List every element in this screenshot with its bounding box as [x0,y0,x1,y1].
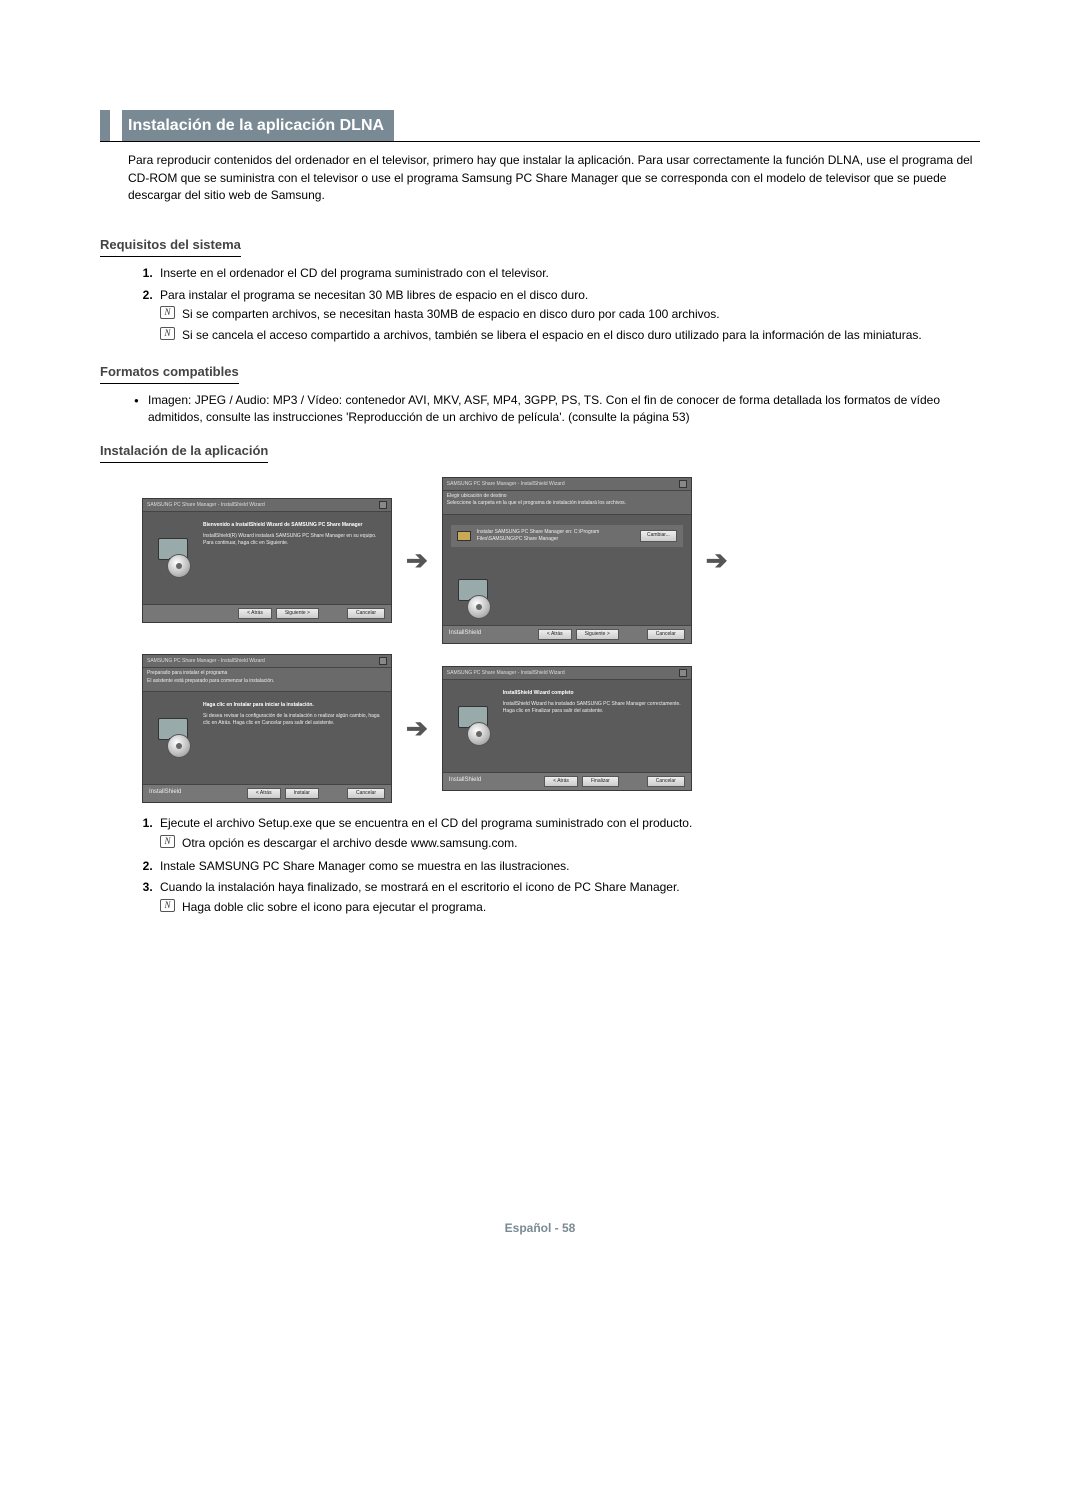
window-title: SAMSUNG PC Share Manager - InstallShield… [447,670,565,677]
instalacion-step-3: Cuando la instalación haya finalizado, s… [156,877,980,920]
arrow-right-icon: ➔ [406,542,428,580]
s3-body: Si desea revisar la configuración de la … [203,713,383,727]
s2-sub1: Elegir ubicación de destino [447,493,687,500]
section-title-bar: Instalación de la aplicación DLNA [100,110,980,142]
installer-icon [451,579,495,619]
formatos-bullet: Imagen: JPEG / Audio: MP3 / Vídeo: conte… [134,390,980,429]
title-marker [100,110,110,141]
dest-path: Instalar SAMSUNG PC Share Manager en: C:… [477,529,634,544]
next-button: Siguiente > [276,608,319,619]
requisitos-note-2: N Si se cancela el acceso compartido a a… [160,325,980,346]
installer-icon [151,522,195,594]
screenshot-complete: SAMSUNG PC Share Manager - InstallShield… [442,666,692,791]
back-button: < Atrás [238,608,272,619]
instalacion-note-3: N Haga doble clic sobre el icono para ej… [160,897,980,918]
screenshot-grid: SAMSUNG PC Share Manager - InstallShield… [142,477,980,803]
cancel-button: Cancelar [347,788,385,799]
instalacion-step-2: Instale SAMSUNG PC Share Manager como se… [156,856,980,877]
s1-heading: Bienvenido a InstallShield Wizard de SAM… [203,522,383,529]
requisitos-note-2-text: Si se cancela el acceso compartido a arc… [182,328,922,342]
close-icon [379,657,387,665]
screenshot-ready: SAMSUNG PC Share Manager - InstallShield… [142,654,392,803]
close-icon [379,501,387,509]
instalacion-step-3-text: Cuando la instalación haya finalizado, s… [160,880,680,894]
screenshot-destination: SAMSUNG PC Share Manager - InstallShield… [442,477,692,644]
s2-sub2: Seleccione la carpeta en la que el progr… [447,500,687,507]
instalacion-note-3-text: Haga doble clic sobre el icono para ejec… [182,900,486,914]
subheading-formatos: Formatos compatibles [100,363,239,384]
requisitos-list: Inserte en el ordenador el CD del progra… [156,263,980,349]
installer-icon [451,690,495,762]
intro-paragraph: Para reproducir contenidos del ordenador… [128,152,980,204]
note-icon: N [160,899,175,912]
screenshot-row-2: SAMSUNG PC Share Manager - InstallShield… [142,654,980,803]
note-icon: N [160,327,175,340]
subheading-requisitos: Requisitos del sistema [100,236,241,257]
requisitos-item-2: Para instalar el programa se necesitan 3… [156,285,980,349]
note-icon: N [160,306,175,319]
cancel-button: Cancelar [647,776,685,787]
note-icon: N [160,835,175,848]
requisitos-note-1-text: Si se comparten archivos, se necesitan h… [182,307,720,321]
window-title: SAMSUNG PC Share Manager - InstallShield… [147,502,265,509]
instalacion-note-1: N Otra opción es descargar el archivo de… [160,833,980,854]
install-button: Instalar [285,788,319,799]
s3-sub1: Preparado para instalar el programa [147,670,387,677]
instalacion-steps: Ejecute el archivo Setup.exe que se encu… [156,813,980,920]
s4-heading: InstallShield Wizard completo [503,690,683,697]
change-button: Cambiar... [640,530,677,541]
instalacion-step-1: Ejecute el archivo Setup.exe que se encu… [156,813,980,856]
installshield-label: InstallShield [149,788,181,799]
installer-icon [151,702,195,774]
close-icon [679,669,687,677]
section-title: Instalación de la aplicación DLNA [122,110,394,141]
back-button: < Atrás [544,776,578,787]
screenshot-row-1: SAMSUNG PC Share Manager - InstallShield… [142,477,980,644]
formatos-list: Imagen: JPEG / Audio: MP3 / Vídeo: conte… [134,390,980,429]
installshield-label: InstallShield [449,776,481,787]
page-footer: Español - 58 [100,1220,980,1237]
arrow-right-icon: ➔ [406,710,428,748]
subheading-instalacion: Instalación de la aplicación [100,442,268,463]
folder-icon [457,531,471,541]
requisitos-note-1: N Si se comparten archivos, se necesitan… [160,304,980,325]
instalacion-note-1-text: Otra opción es descargar el archivo desd… [182,836,518,850]
s3-heading: Haga clic en Instalar para iniciar la in… [203,702,383,709]
instalacion-step-1-text: Ejecute el archivo Setup.exe que se encu… [160,816,692,830]
requisitos-item-2-text: Para instalar el programa se necesitan 3… [160,288,588,302]
installshield-label: InstallShield [449,629,481,640]
cancel-button: Cancelar [647,629,685,640]
s4-body: InstallShield Wizard ha instalado SAMSUN… [503,701,683,715]
back-button: < Atrás [538,629,572,640]
arrow-right-icon: ➔ [706,542,728,580]
screenshot-welcome: SAMSUNG PC Share Manager - InstallShield… [142,498,392,623]
next-button: Siguiente > [576,629,619,640]
s3-sub2: El asistente está preparado para comenza… [147,678,387,685]
cancel-button: Cancelar [347,608,385,619]
window-title: SAMSUNG PC Share Manager - InstallShield… [447,481,565,488]
close-icon [679,480,687,488]
s1-body: InstallShield(R) Wizard instalará SAMSUN… [203,533,383,547]
back-button: < Atrás [247,788,281,799]
window-title: SAMSUNG PC Share Manager - InstallShield… [147,658,265,665]
finish-button: Finalizar [582,776,619,787]
requisitos-item-1: Inserte en el ordenador el CD del progra… [156,263,980,284]
